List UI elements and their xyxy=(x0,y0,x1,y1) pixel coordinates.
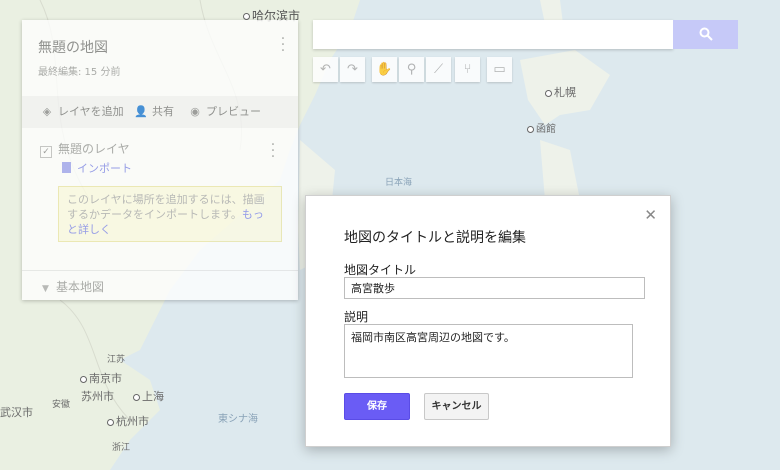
layer-item[interactable]: ✓ 無題のレイヤ xyxy=(40,140,130,158)
import-link[interactable]: インポート xyxy=(62,160,132,176)
city-dot-icon xyxy=(243,13,250,20)
map-label-text: 南京市 xyxy=(89,372,122,385)
hand-icon[interactable]: ✋ xyxy=(372,57,397,82)
layers-icon: ◈ xyxy=(42,105,52,118)
layer-options-icon[interactable]: · · · xyxy=(270,138,276,164)
add-layer-button[interactable]: ◈ レイヤを追加 xyxy=(40,103,124,119)
map-options-icon[interactable]: · · · xyxy=(280,32,286,58)
map-label-nanjing: 南京市 xyxy=(80,370,122,386)
draw-line-icon[interactable]: ⟋ xyxy=(426,57,451,82)
import-file-icon xyxy=(62,162,71,173)
description-label: 説明 xyxy=(344,310,369,324)
map-label-east-china-sea: 東シナ海 xyxy=(218,414,258,425)
preview-button[interactable]: ◉ プレビュー xyxy=(188,103,261,119)
eye-icon: ◉ xyxy=(190,105,200,118)
city-dot-icon xyxy=(107,418,114,426)
panel-toolbar: ◈ レイヤを追加 👤 共有 ◉ プレビュー xyxy=(22,96,298,128)
preview-label: プレビュー xyxy=(206,105,261,118)
undo-icon[interactable]: ↶ xyxy=(313,57,338,82)
description-field[interactable]: 福岡市南区高宮周辺の地図です。 xyxy=(344,324,633,378)
map-label-sapporo: 札幌 xyxy=(545,84,576,100)
map-label-wuhan: 武汉市 xyxy=(0,406,33,419)
map-label-hangzhou: 杭州市 xyxy=(107,413,149,429)
import-label: インポート xyxy=(77,162,132,175)
share-label: 共有 xyxy=(152,105,174,118)
layer-name: 無題のレイヤ xyxy=(58,142,130,156)
city-dot-icon xyxy=(133,393,140,401)
city-dot-icon xyxy=(527,125,534,133)
map-label-shanghai: 上海 xyxy=(133,388,164,404)
map-label-text: 上海 xyxy=(142,390,164,403)
search-button[interactable] xyxy=(673,20,738,49)
map-title-field[interactable] xyxy=(344,277,645,299)
city-dot-icon xyxy=(80,375,87,383)
layer-hint-box: このレイヤに場所を追加するには、描画するかデータをインポートします。もっと詳しく xyxy=(58,186,282,242)
hint-text: このレイヤに場所を追加するには、描画するかデータをインポートします。 xyxy=(67,193,265,221)
map-label-sea-of-japan: 日本海 xyxy=(385,178,413,188)
dialog-title: 地図のタイトルと説明を編集 xyxy=(344,230,526,246)
basemap-item[interactable]: ▼ 基本地図 xyxy=(22,270,298,295)
map-title[interactable]: 無題の地図 xyxy=(38,37,108,57)
add-person-icon: 👤 xyxy=(134,105,148,118)
save-button[interactable]: 保存 xyxy=(344,393,410,420)
map-info-panel: 無題の地図 最終編集: 15 分前 · · · ◈ レイヤを追加 👤 共有 ◉ プレビュー… xyxy=(22,20,298,300)
cancel-button[interactable]: キャンセル xyxy=(424,393,489,420)
last-edited-text: 最終編集: 15 分前 xyxy=(38,67,121,78)
map-label-text: 函館 xyxy=(536,124,556,135)
marker-icon[interactable]: ⚲ xyxy=(399,57,424,82)
basemap-label: 基本地図 xyxy=(56,280,105,294)
close-icon[interactable]: ✕ xyxy=(644,206,657,224)
share-button[interactable]: 👤 共有 xyxy=(134,103,174,119)
expand-arrow-icon[interactable]: ▼ xyxy=(42,284,56,294)
edit-title-dialog: ✕ 地図のタイトルと説明を編集 地図タイトル 説明 福岡市南区高宮周辺の地図です… xyxy=(305,195,671,447)
redo-icon[interactable]: ↷ xyxy=(340,57,365,82)
add-layer-label: レイヤを追加 xyxy=(58,105,124,118)
map-label-text: 札幌 xyxy=(554,86,576,99)
map-label-hakodate: 函館 xyxy=(527,120,556,135)
directions-icon[interactable]: ⑂ xyxy=(455,57,480,82)
map-title-label: 地図タイトル xyxy=(344,263,417,277)
map-label-text: 杭州市 xyxy=(116,415,149,428)
map-label-suzhou: 苏州市 xyxy=(81,390,114,403)
search-input[interactable] xyxy=(313,20,673,49)
map-label-anhui: 安徽 xyxy=(52,400,71,410)
layer-checkbox[interactable]: ✓ xyxy=(40,146,52,158)
search-icon xyxy=(699,27,713,41)
map-label-zhejiang: 浙江 xyxy=(112,443,131,453)
ruler-icon[interactable]: ▭ xyxy=(487,57,512,82)
map-label-jiangsu: 江苏 xyxy=(107,355,126,365)
city-dot-icon xyxy=(545,89,552,97)
